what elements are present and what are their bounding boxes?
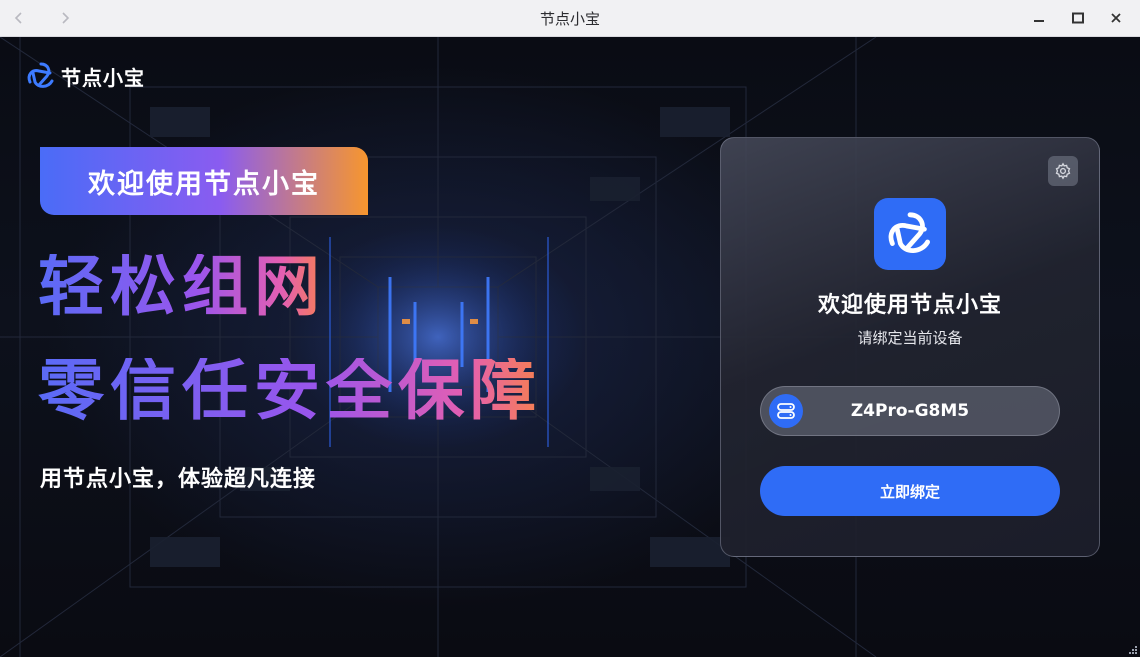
back-button[interactable]	[6, 6, 32, 30]
knot-logo-icon	[27, 62, 54, 88]
chevron-left-icon	[14, 12, 22, 24]
window-title: 节点小宝	[539, 9, 600, 28]
knot-logo-icon	[888, 212, 930, 253]
card-title: 欢迎使用节点小宝	[817, 293, 1002, 318]
bind-device-card: 欢迎使用节点小宝 请绑定当前设备 Z4Pro-G8M5 立即绑定	[720, 137, 1100, 557]
app-icon	[874, 198, 946, 270]
app-window: 节点小宝 节点小宝 欢迎使用节点小宝 轻松组网 零信任安全保障 用节点小宝，体验…	[0, 0, 1140, 657]
settings-button[interactable]	[1048, 156, 1078, 186]
minimize-icon	[1034, 20, 1044, 22]
welcome-banner: 欢迎使用节点小宝	[40, 147, 368, 215]
chevron-right-icon	[62, 12, 70, 24]
maximize-button[interactable]	[1064, 4, 1092, 32]
tagline: 用节点小宝，体验超凡连接	[40, 467, 317, 492]
forward-button[interactable]	[52, 6, 78, 30]
minimize-button[interactable]	[1025, 4, 1053, 32]
headline-secondary: 零信任安全保障	[38, 352, 542, 429]
brand-logo: 节点小宝	[26, 61, 145, 91]
title-bar: 节点小宝	[0, 0, 1140, 37]
close-button[interactable]	[1102, 4, 1130, 32]
main-view: 节点小宝 欢迎使用节点小宝 轻松组网 零信任安全保障 用节点小宝，体验超凡连接	[0, 37, 1140, 657]
close-icon	[1111, 13, 1121, 23]
maximize-icon	[1072, 12, 1084, 24]
device-name-field[interactable]: Z4Pro-G8M5	[760, 386, 1060, 436]
card-subtitle: 请绑定当前设备	[857, 329, 963, 347]
server-glyph	[777, 403, 795, 419]
server-icon	[769, 394, 803, 428]
gear-icon	[1055, 162, 1071, 180]
device-name: Z4Pro-G8M5	[850, 401, 970, 421]
headline-primary: 轻松组网	[38, 248, 326, 325]
logo-text: 节点小宝	[61, 65, 145, 90]
resize-grip-icon[interactable]	[1128, 645, 1138, 655]
bind-now-button[interactable]: 立即绑定	[760, 466, 1060, 516]
